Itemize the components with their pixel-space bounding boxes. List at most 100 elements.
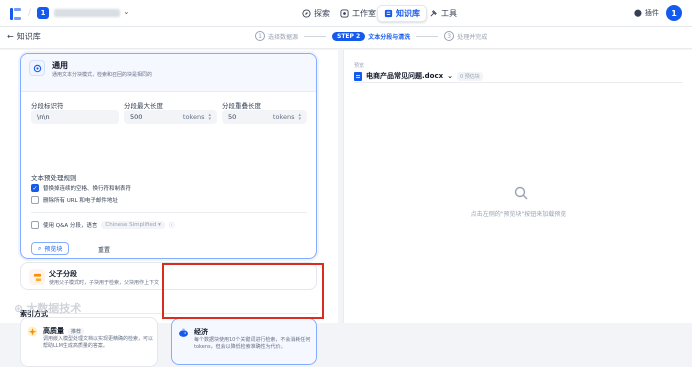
chevron-down-icon[interactable]: ⌄ [123, 7, 130, 16]
step-1-label: 选择数据源 [268, 33, 299, 41]
general-title: 通用 [52, 61, 68, 70]
separator-label: 分段标识符 [31, 102, 64, 110]
watermark: ⊛ 大数据技术 [14, 300, 81, 316]
piggy-bank-icon [179, 328, 188, 337]
search-icon: ⌕ [38, 244, 42, 252]
step-divider [416, 35, 439, 37]
stepper-arrows-icon[interactable]: ▴ ▾ [208, 113, 211, 122]
general-mode-icon [29, 60, 45, 76]
separator-value: \n\n [37, 113, 50, 121]
plugin-icon: ⬤ [634, 9, 642, 17]
rule-url-checkbox[interactable]: 删除所有 URL 和电子邮件地址 [31, 196, 118, 204]
step-3-number: 3 [444, 31, 455, 41]
search-icon [514, 186, 528, 200]
max-length-label: 分段最大长度 [124, 102, 163, 110]
check-icon: ✓ [31, 184, 39, 192]
overlap-value: 50 [228, 113, 237, 121]
rule-whitespace-checkbox[interactable]: ✓ 替换掉连续的空格、换行符和制表符 [31, 184, 131, 192]
nav-tools[interactable]: 工具 [423, 5, 463, 22]
step-3-label: 处理并完成 [457, 33, 488, 41]
segmentation-settings-panel: 通用 通用文本分块模式，检索和召回的块是相同的 分段标识符 分段最大长度 分段重… [0, 50, 338, 367]
preview-file-selector[interactable]: 电商产品常见问题.docx ⌄ 0 预估块 [354, 71, 483, 81]
economy-title: 经济 [194, 328, 208, 336]
chunk-count-badge: 0 预估块 [457, 71, 483, 81]
workspace-badge[interactable]: 1 [37, 7, 49, 19]
plugins-button[interactable]: ⬤ 插件 [634, 8, 659, 18]
reset-button[interactable]: 重置 [98, 245, 110, 254]
chevron-down-icon: ⌄ [447, 72, 454, 80]
preview-file-name: 电商产品常见问题.docx [366, 72, 444, 80]
separator-input[interactable]: \n\n [31, 110, 119, 124]
workspace-name-blurred[interactable] [54, 9, 120, 17]
preview-panel: 预览 电商产品常见问题.docx ⌄ 0 预估块 点击左侧的"预览块"按钮来加载… [343, 50, 692, 323]
max-length-value: 500 [130, 113, 143, 121]
stepper: 1 选择数据源 STEP 2 文本分段与清洗 3 处理并完成 [255, 31, 487, 41]
nav-label: 知识库 [396, 9, 420, 18]
knowledge-icon [384, 9, 393, 18]
parent-child-description: 使用父子模式时，子块用于检索，父块用作上下文 [49, 280, 160, 286]
nav-label: 工具 [441, 9, 457, 18]
qa-language-value: Chinese Simplified [105, 222, 157, 228]
preview-empty-text: 点击左侧的"预览块"按钮来加载预览 [470, 211, 567, 218]
arrow-left-icon: ← [7, 32, 14, 41]
watermark-logo: ⊛ [14, 301, 24, 315]
high-quality-title-text: 高质量 [43, 327, 64, 335]
preview-chunks-button[interactable]: ⌕ 预览块 [31, 242, 70, 255]
high-quality-index-card[interactable]: 高质量 推荐 调用嵌入模型处理文档以实现更精确的检索，可以帮助LLM生成高质量的答… [20, 317, 158, 367]
highlight-box [162, 263, 324, 319]
parent-child-title: 父子分段 [49, 270, 77, 278]
preview-label: 预览块 [44, 246, 63, 253]
economy-description: 每个数据块使用10个关键词进行检索，不会消耗任何tokens，但会以降低检索准确… [194, 337, 311, 350]
nav-label: 探索 [314, 9, 330, 18]
dify-logo[interactable] [8, 6, 24, 22]
step-2-number: STEP 2 [332, 31, 366, 41]
high-quality-title: 高质量 推荐 [43, 326, 85, 336]
qa-segment-label: 使用 Q&A 分段，语言 [43, 223, 98, 229]
rule-whitespace-label: 替换掉连续的空格、换行符和制表符 [43, 186, 132, 192]
plugins-label: 插件 [644, 9, 659, 17]
step-1-number: 1 [255, 31, 265, 41]
nav-explore[interactable]: 探索 [296, 5, 336, 22]
overlap-unit-wrap: tokens ▴ ▾ [272, 113, 301, 122]
compass-icon [302, 9, 311, 18]
qa-language-select[interactable]: Chinese Simplified ▾ [101, 221, 165, 229]
studio-icon [340, 9, 349, 18]
rule-url-label: 删除所有 URL 和电子邮件地址 [43, 198, 118, 204]
unit-label: tokens [182, 113, 205, 121]
back-label: 知识库 [16, 32, 41, 41]
general-mode-card[interactable]: 通用 通用文本分块模式，检索和召回的块是相同的 分段标识符 分段最大长度 分段重… [20, 53, 317, 259]
qa-segment-checkbox[interactable]: 使用 Q&A 分段，语言 Chinese Simplified ▾ ⓘ [31, 221, 174, 229]
parent-child-icon [29, 269, 45, 285]
back-to-knowledge[interactable]: ← 知识库 [7, 31, 41, 42]
nav-knowledge[interactable]: 知识库 [377, 5, 427, 22]
stepper-arrows-icon[interactable]: ▴ ▾ [298, 113, 301, 122]
unit-label: tokens [272, 113, 295, 121]
step-divider [304, 35, 327, 37]
step-2-label: 文本分段与清洗 [368, 33, 411, 41]
nav-label: 工作室 [352, 9, 376, 18]
overlap-label: 分段重叠长度 [222, 102, 261, 110]
watermark-text: 大数据技术 [26, 302, 82, 315]
checkbox-empty [31, 221, 39, 229]
economy-index-card[interactable]: 经济 每个数据块使用10个关键词进行检索，不会消耗任何tokens，但会以降低检… [171, 318, 317, 365]
doc-icon [354, 71, 362, 81]
help-icon[interactable]: ⓘ [169, 221, 175, 229]
top-navbar: / 1 ⌄ 探索 工作室 知识库 工具 ⬤ 插件 1 [0, 0, 692, 27]
recommended-badge: 推荐 [68, 328, 85, 335]
general-description: 通用文本分块模式，检索和召回的块是相同的 [52, 72, 153, 78]
max-length-unit-wrap: tokens ▴ ▾ [182, 113, 211, 122]
avatar[interactable]: 1 [666, 5, 682, 21]
high-quality-icon [27, 326, 38, 337]
divider [31, 212, 307, 213]
preprocess-rules-label: 文本预处理规则 [31, 174, 77, 182]
max-length-input[interactable]: 500 tokens ▴ ▾ [124, 110, 217, 124]
preview-label: 预览 [354, 63, 365, 69]
overlap-input[interactable]: 50 tokens ▴ ▾ [222, 110, 307, 124]
tool-icon [430, 10, 437, 17]
general-card-header: 通用 通用文本分块模式，检索和召回的块是相同的 [21, 54, 316, 92]
checkbox-empty [31, 196, 39, 204]
high-quality-description: 调用嵌入模型处理文档以实现更精确的检索，可以帮助LLM生成高质量的答案。 [43, 336, 154, 349]
separator: / [28, 8, 32, 18]
nav-studio[interactable]: 工作室 [334, 5, 382, 22]
divider [354, 82, 683, 83]
